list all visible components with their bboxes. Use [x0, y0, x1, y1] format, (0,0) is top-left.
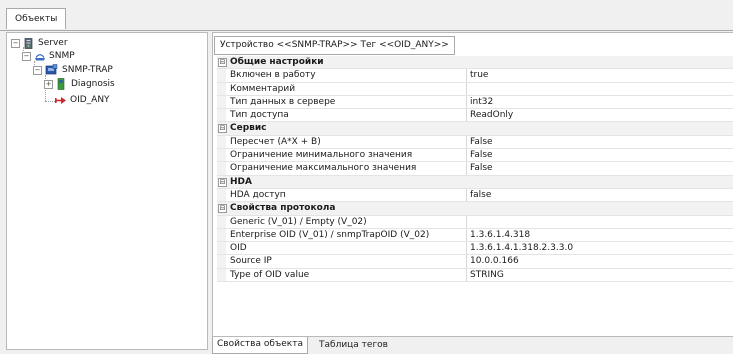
property-row[interactable]: Тип доступа ReadOnly: [217, 109, 733, 123]
collapse-icon[interactable]: ⊟: [218, 58, 227, 67]
property-name: Ограничение максимального значения: [230, 163, 417, 174]
category-service[interactable]: ⊟ Сервис: [217, 122, 733, 136]
property-value[interactable]: ReadOnly: [470, 109, 513, 121]
property-row[interactable]: HDA доступ false: [217, 188, 733, 203]
property-row[interactable]: Enterprise OID (V_01) / snmpTrapOID (V_0…: [217, 228, 733, 243]
property-value[interactable]: 10.0.0.166: [470, 255, 519, 267]
category-general[interactable]: ⊟ Общие настройки: [217, 56, 733, 70]
property-grid[interactable]: ⊟ Общие настройки Включен в работу true …: [217, 56, 733, 283]
property-row[interactable]: Комментарий: [217, 82, 733, 96]
property-name: Generic (V_01) / Empty (V_02): [230, 216, 367, 227]
properties-panel: Устройство <<SNMP-TRAP>> Тег <<OID_ANY>>…: [212, 32, 733, 337]
property-name: Ограничение минимального значения: [230, 150, 413, 161]
property-name: HDA доступ: [230, 189, 286, 200]
objects-tabstrip: Объекты: [0, 0, 733, 31]
tree-connector: [45, 101, 55, 102]
category-label: HDA: [230, 176, 252, 187]
tree-node-label: Server: [38, 38, 68, 48]
property-name: Source IP: [230, 256, 272, 267]
diagnosis-icon: [56, 78, 66, 95]
panel-tabs: Свойства объекта Таблица тегов: [212, 337, 733, 354]
tab-tags-table[interactable]: Таблица тегов: [315, 338, 392, 353]
property-row[interactable]: Тип данных в сервере int32: [217, 95, 733, 110]
expand-icon[interactable]: +: [44, 80, 53, 89]
collapse-icon[interactable]: ⊟: [218, 177, 227, 187]
property-value[interactable]: true: [470, 69, 488, 81]
object-tree[interactable]: − Server − SNMP − SNMP-TRAP + Diagnosis …: [6, 32, 208, 350]
property-row[interactable]: Source IP 10.0.0.166: [217, 255, 733, 269]
property-name: OID: [230, 243, 247, 254]
collapse-icon[interactable]: ⊟: [218, 204, 227, 214]
panel-title: Устройство <<SNMP-TRAP>> Тег <<OID_ANY>>: [214, 36, 455, 55]
category-hda[interactable]: ⊟ HDA: [217, 175, 733, 189]
property-row[interactable]: Ограничение минимального значения False: [217, 149, 733, 163]
tree-node-label: OID_ANY: [70, 95, 110, 105]
property-value[interactable]: 1.3.6.1.4.1.318.2.3.3.0: [470, 242, 573, 254]
category-label: Свойства протокола: [230, 203, 336, 214]
property-name: Включен в работу: [230, 70, 316, 81]
property-row[interactable]: Generic (V_01) / Empty (V_02): [217, 215, 733, 229]
collapse-icon[interactable]: −: [11, 39, 20, 48]
tag-icon: [55, 96, 67, 110]
property-value[interactable]: False: [470, 162, 493, 174]
property-value[interactable]: false: [470, 189, 491, 201]
collapse-icon[interactable]: −: [22, 52, 31, 61]
collapse-icon[interactable]: ⊟: [218, 124, 227, 134]
property-name: Тип доступа: [230, 110, 289, 121]
property-value[interactable]: int32: [470, 96, 493, 108]
property-name: Тип данных в сервере: [230, 96, 336, 107]
property-row[interactable]: Включен в работу true: [217, 69, 733, 83]
category-label: Общие настройки: [230, 57, 324, 67]
category-label: Сервис: [230, 123, 267, 134]
property-row[interactable]: Пересчет (A*X + B) False: [217, 135, 733, 150]
property-value[interactable]: False: [470, 149, 493, 161]
tab-object-properties[interactable]: Свойства объекта: [212, 337, 308, 354]
property-row[interactable]: Type of OID value STRING: [217, 268, 733, 283]
property-value[interactable]: STRING: [470, 269, 504, 281]
property-name: Пересчет (A*X + B): [230, 136, 321, 147]
property-row[interactable]: OID 1.3.6.1.4.1.318.2.3.3.0: [217, 242, 733, 256]
property-value[interactable]: False: [470, 136, 493, 148]
tree-node-label: Diagnosis: [71, 79, 115, 89]
property-name: Enterprise OID (V_01) / snmpTrapOID (V_0…: [230, 229, 430, 240]
property-value[interactable]: 1.3.6.1.4.318: [470, 229, 530, 241]
collapse-icon[interactable]: −: [33, 66, 42, 75]
objects-tab[interactable]: Объекты: [6, 8, 67, 29]
tree-node-label: SNMP-TRAP: [62, 65, 113, 75]
tree-node-label: SNMP: [49, 51, 75, 61]
property-row[interactable]: Ограничение максимального значения False: [217, 162, 733, 176]
category-protocol[interactable]: ⊟ Свойства протокола: [217, 202, 733, 216]
property-name: Комментарий: [230, 83, 296, 94]
property-name: Type of OID value: [230, 269, 310, 280]
